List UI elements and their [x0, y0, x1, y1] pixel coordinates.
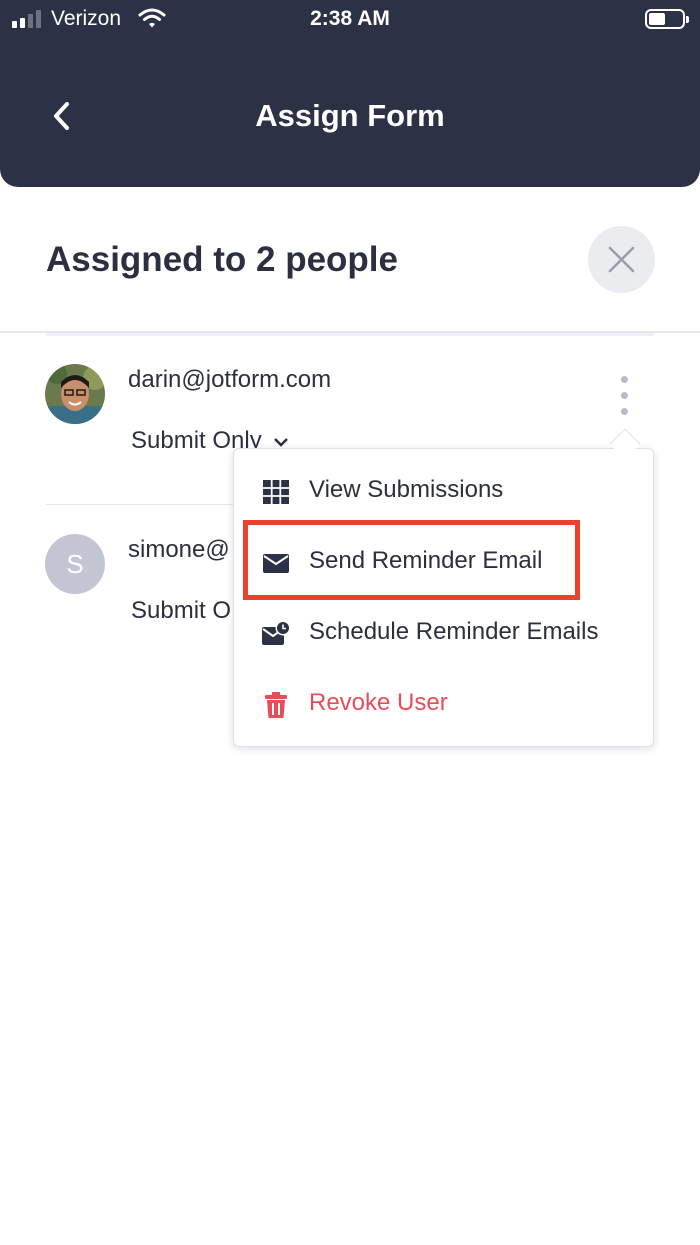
- assignee-email: simone@: [128, 536, 230, 563]
- status-time: 2:38 AM: [310, 7, 390, 30]
- grid-icon: [263, 480, 289, 504]
- menu-item-view-submissions[interactable]: View Submissions: [234, 462, 655, 522]
- menu-item-schedule-reminder-emails[interactable]: Schedule Reminder Emails: [234, 604, 655, 664]
- assignee-email: darin@jotform.com: [128, 366, 332, 393]
- menu-item-label: View Submissions: [309, 476, 504, 503]
- menu-item-label: Revoke User: [309, 689, 448, 716]
- trash-icon: [265, 692, 287, 718]
- assigned-count-title: Assigned to 2 people: [46, 240, 398, 279]
- battery-icon: [645, 9, 689, 29]
- highlight-annotation: [243, 520, 580, 600]
- avatar: S: [45, 534, 105, 594]
- close-icon: [608, 246, 635, 273]
- menu-item-revoke-user[interactable]: Revoke User: [234, 675, 655, 735]
- menu-item-label: Schedule Reminder Emails: [309, 618, 599, 645]
- app-header: Verizon 2:38 AM Assign Form: [0, 0, 700, 187]
- permission-dropdown[interactable]: Submit O: [131, 597, 231, 625]
- close-button[interactable]: [588, 226, 655, 293]
- status-bar: Verizon 2:38 AM: [0, 0, 700, 40]
- envelope-clock-icon: [262, 620, 291, 645]
- divider: [46, 333, 654, 336]
- avatar: [45, 364, 105, 424]
- more-options-button[interactable]: [612, 374, 638, 418]
- page-title: Assign Form: [255, 98, 445, 133]
- chevron-down-icon: [273, 438, 288, 447]
- user-photo: [45, 364, 105, 424]
